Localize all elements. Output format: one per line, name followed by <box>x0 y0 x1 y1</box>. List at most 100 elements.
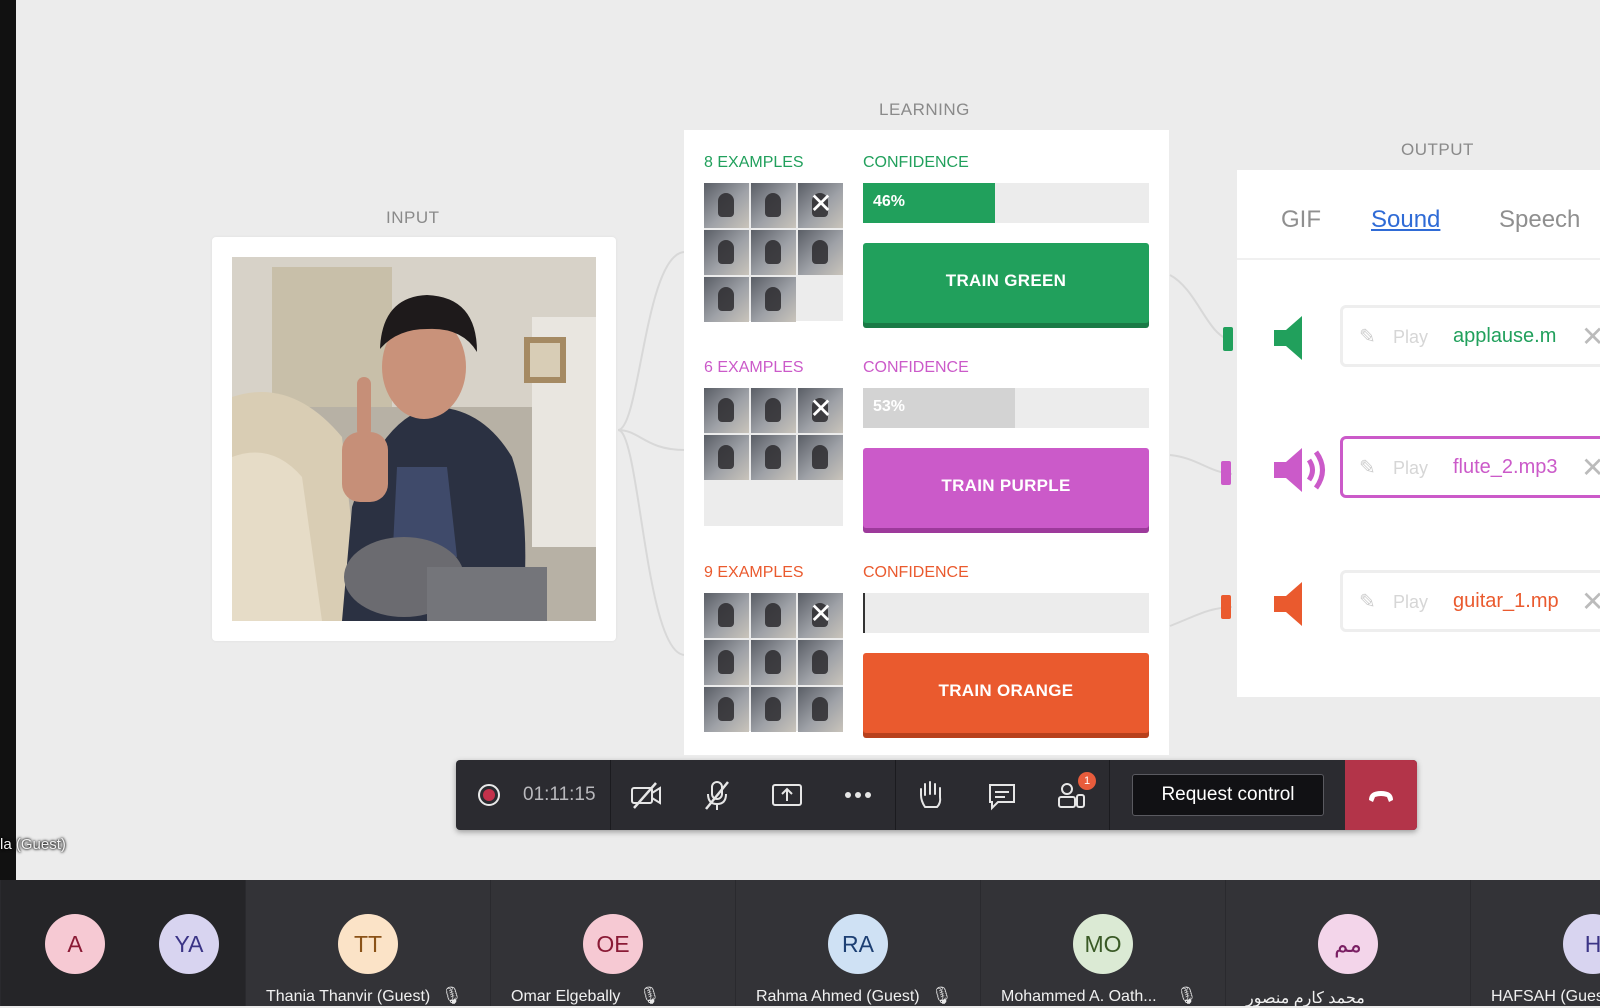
remove-sound-icon[interactable]: ✕ <box>1581 320 1600 353</box>
presenter-name-label: la (Guest) <box>0 836 66 853</box>
chat-icon[interactable] <box>984 777 1020 813</box>
example-thumbnail <box>751 388 796 433</box>
notification-badge: 1 <box>1078 772 1096 790</box>
examples-count: 8 EXAMPLES <box>704 154 804 171</box>
example-thumbnail <box>704 593 749 638</box>
participant-name: Omar Elgebally <box>511 988 621 1005</box>
avatar: RA <box>828 914 888 974</box>
example-thumbnail <box>704 183 749 228</box>
sound-slot-green[interactable]: ✎ Play applause.m ✕ <box>1340 305 1600 367</box>
left-edge-bar <box>0 0 16 880</box>
example-thumbnail <box>798 640 843 685</box>
play-label: Play <box>1393 458 1429 478</box>
speaker-playing-icon[interactable] <box>1272 440 1332 500</box>
sound-filename: flute_2.mp3 <box>1453 456 1558 478</box>
tab-sound[interactable]: Sound <box>1371 206 1440 234</box>
examples-count: 6 EXAMPLES <box>704 359 804 376</box>
sound-slot-orange[interactable]: ✎ Play guitar_1.mp ✕ <box>1340 570 1600 632</box>
clear-examples-icon[interactable]: ✕ <box>808 600 834 628</box>
remove-sound-icon[interactable]: ✕ <box>1581 451 1600 484</box>
participant-tile[interactable]: H HAFSAH (Gues <box>1470 880 1600 1006</box>
pencil-icon[interactable]: ✎ <box>1359 324 1376 349</box>
confidence-fill <box>863 593 865 633</box>
play-label: Play <box>1393 327 1429 347</box>
mic-muted-icon: 🎙 <box>441 986 463 1005</box>
clear-examples-icon[interactable]: ✕ <box>808 190 834 218</box>
learning-section-label: LEARNING <box>879 100 970 119</box>
tab-gif[interactable]: GIF <box>1281 206 1321 234</box>
avatar: OE <box>583 914 643 974</box>
more-options-icon[interactable] <box>840 777 876 813</box>
train-button[interactable]: TRAIN GREEN <box>863 243 1149 323</box>
speaker-muted-icon[interactable] <box>1272 308 1332 368</box>
speaker-muted-icon[interactable] <box>1272 574 1332 634</box>
tab-speech[interactable]: Speech <box>1499 206 1580 234</box>
hang-up-icon <box>1369 791 1393 802</box>
confidence-label: CONFIDENCE <box>863 154 969 171</box>
orange-connector-tab <box>1221 595 1231 619</box>
example-thumbnail <box>798 687 843 732</box>
participant-name: HAFSAH (Gues <box>1491 988 1600 1005</box>
sound-slot-purple[interactable]: ✎ Play flute_2.mp3 ✕ <box>1340 436 1600 498</box>
remove-sound-icon[interactable]: ✕ <box>1581 585 1600 618</box>
input-section-label: INPUT <box>386 208 440 227</box>
webcam-image <box>232 257 596 621</box>
output-section-label: OUTPUT <box>1401 140 1474 159</box>
avatar: YA <box>159 914 219 974</box>
train-button[interactable]: TRAIN ORANGE <box>863 653 1149 733</box>
avatar: A <box>45 914 105 974</box>
share-screen-icon[interactable] <box>769 777 805 813</box>
output-card: GIF Sound Speech ✎ Play applause.m ✕ ✎ P… <box>1237 170 1600 697</box>
sound-filename: guitar_1.mp <box>1453 590 1559 612</box>
hang-up-button[interactable] <box>1345 760 1417 830</box>
pencil-icon[interactable]: ✎ <box>1359 589 1376 614</box>
webcam-feed <box>232 257 596 621</box>
example-thumbnail <box>751 183 796 228</box>
example-thumbnail <box>751 640 796 685</box>
input-connectors <box>617 251 686 656</box>
confidence-label: CONFIDENCE <box>863 359 969 376</box>
divider <box>895 760 896 830</box>
divider <box>1109 760 1110 830</box>
example-thumbnail <box>704 277 749 322</box>
request-control-button[interactable]: Request control <box>1132 774 1324 816</box>
input-card <box>212 237 616 641</box>
purple-connector-tab <box>1221 461 1231 485</box>
pencil-icon[interactable]: ✎ <box>1359 455 1376 480</box>
mic-muted-icon: 🎙 <box>1176 986 1198 1005</box>
mic-off-icon[interactable] <box>699 777 735 813</box>
examples-count: 9 EXAMPLES <box>704 564 804 581</box>
participant-tile[interactable]: MO Mohammed A. Oath... 🎙 <box>980 880 1225 1006</box>
camera-off-icon[interactable] <box>628 777 664 813</box>
train-button[interactable]: TRAIN PURPLE <box>863 448 1149 528</box>
participant-tile[interactable]: A YA <box>0 880 245 1006</box>
mic-muted-icon: 🎙 <box>639 986 661 1005</box>
class-green: 8 EXAMPLES CONFIDENCE ✕ 46% TRAIN GREEN <box>704 130 1149 325</box>
confidence-label: CONFIDENCE <box>863 564 969 581</box>
participant-tile[interactable]: OE Omar Elgebally 🎙 <box>490 880 735 1006</box>
participant-name: Thania Thanvir (Guest) <box>266 988 431 1005</box>
example-thumbnail <box>751 277 796 322</box>
play-label: Play <box>1393 592 1429 612</box>
clear-examples-icon[interactable]: ✕ <box>808 395 834 423</box>
example-thumbnail <box>704 230 749 275</box>
participant-tile[interactable]: TT Thania Thanvir (Guest) 🎙 <box>245 880 490 1006</box>
example-thumbnail <box>751 593 796 638</box>
raise-hand-icon[interactable] <box>913 777 949 813</box>
participant-tile[interactable]: مم محمد كارم منصور <box>1225 880 1470 1007</box>
avatar: مم <box>1318 914 1378 974</box>
example-thumbnail <box>798 435 843 480</box>
meeting-control-bar: 01:11:15 1 Request control <box>456 760 1417 830</box>
example-thumbnail <box>751 687 796 732</box>
recording-indicator-icon <box>478 784 500 806</box>
example-thumbnails: ✕ <box>704 388 843 526</box>
confidence-bar: 53% <box>863 388 1149 428</box>
green-connector-tab <box>1223 327 1233 351</box>
class-purple: 6 EXAMPLES CONFIDENCE ✕ 53% TRAIN PURPLE <box>704 335 1149 530</box>
confidence-bar <box>863 593 1149 633</box>
participant-name: Rahma Ahmed (Guest) <box>756 988 920 1005</box>
participant-name: محمد كارم منصور <box>1246 990 1365 1007</box>
mic-muted-icon: 🎙 <box>931 986 953 1005</box>
participant-tile[interactable]: RA Rahma Ahmed (Guest) 🎙 <box>735 880 980 1006</box>
divider <box>610 760 611 830</box>
